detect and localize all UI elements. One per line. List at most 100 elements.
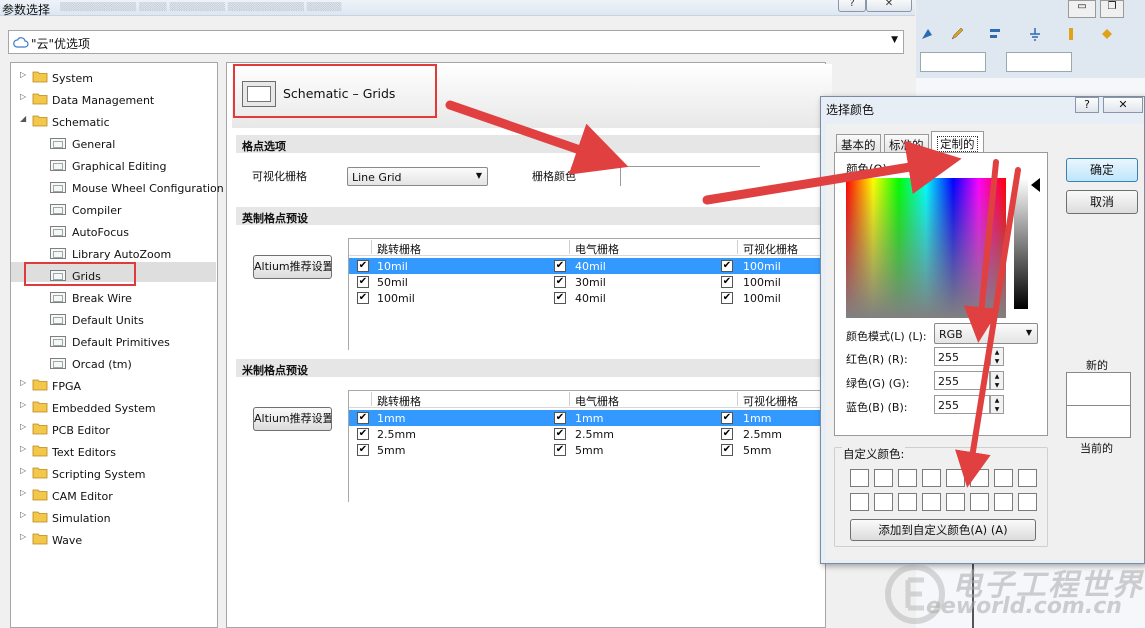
tree-item-pcb-editor[interactable]: ▷ PCB Editor [20,420,216,440]
dropdown-arrow-icon[interactable]: ▼ [891,35,898,45]
enabled-checkbox[interactable]: ✔ [357,260,369,272]
cancel-button[interactable]: 取消 [1066,190,1138,214]
enabled-checkbox[interactable]: ✔ [357,444,369,456]
background-maximize-button[interactable]: ❐ [1100,0,1124,18]
custom-color-cell[interactable] [970,469,989,487]
pencil-tool-icon[interactable] [950,27,964,41]
tree-item-text-editors[interactable]: ▷ Text Editors [20,442,216,462]
custom-color-cell[interactable] [874,469,893,487]
metric-grid-table[interactable]: 跳转栅格 电气栅格 可视化栅格 ✔ 1mm ✔ 1mm ✔ 1mm ✔ 2.5mm ✔ 2.5mm ✔ 2.… [348,390,824,502]
tree-item-default-primitives[interactable]: Default Primitives [20,332,216,352]
custom-color-cell[interactable] [850,469,869,487]
color-dialog-help-button[interactable]: ? [1075,97,1099,113]
column-header[interactable]: 可视化栅格 [743,241,798,257]
background-restore-button[interactable]: ▭ [1068,0,1096,18]
table-row[interactable]: ✔ 50mil ✔ 30mil ✔ 100mil [349,274,824,290]
ok-button[interactable]: 确定 [1066,158,1138,182]
diamond-tool-icon[interactable] [1100,27,1114,41]
luminance-pointer-icon[interactable] [1031,178,1040,192]
tree-item-simulation[interactable]: ▷ Simulation [20,508,216,528]
enabled-checkbox[interactable]: ✔ [357,292,369,304]
expand-icon[interactable]: ▷ [20,70,30,79]
custom-color-cell[interactable] [994,493,1013,511]
custom-color-cell[interactable] [850,493,869,511]
tree-item-orcad-tm[interactable]: Orcad (tm) [20,354,216,374]
arrow-tool-icon[interactable] [920,27,934,41]
custom-color-cell[interactable] [922,469,941,487]
enabled-checkbox[interactable]: ✔ [721,444,733,456]
custom-color-cell[interactable] [874,493,893,511]
custom-color-cell[interactable] [1018,469,1037,487]
background-toolbar-combo-2[interactable] [1006,52,1072,72]
enabled-checkbox[interactable]: ✔ [357,428,369,440]
red-spinner[interactable]: ▲ ▼ [990,347,1004,366]
expand-icon[interactable]: ▷ [20,400,30,409]
enabled-checkbox[interactable]: ✔ [554,428,566,440]
expand-icon[interactable]: ▷ [20,444,30,453]
pin-tool-icon[interactable] [1064,27,1078,41]
color-spectrum-picker[interactable] [846,178,1006,318]
column-header[interactable]: 可视化栅格 [743,393,798,409]
tree-item-general[interactable]: General [20,134,216,154]
enabled-checkbox[interactable]: ✔ [554,292,566,304]
custom-color-cell[interactable] [970,493,989,511]
expand-icon[interactable]: ▷ [20,510,30,519]
enabled-checkbox[interactable]: ✔ [554,412,566,424]
background-toolbar-combo-1[interactable] [920,52,986,72]
tree-item-scripting-system[interactable]: ▷ Scripting System [20,464,216,484]
enabled-checkbox[interactable]: ✔ [357,276,369,288]
expand-icon[interactable]: ▷ [20,92,30,101]
column-header[interactable]: 跳转栅格 [377,393,421,409]
red-input[interactable]: 255 [934,347,990,366]
window-help-button[interactable]: ? [838,0,866,12]
enabled-checkbox[interactable]: ✔ [721,412,733,424]
tree-item-system[interactable]: ▷ System [20,68,216,88]
column-separator[interactable] [737,240,738,254]
tree-item-library-autozoom[interactable]: Library AutoZoom [20,244,216,264]
tree-item-mouse-wheel-configuration[interactable]: Mouse Wheel Configuration [20,178,224,198]
custom-color-cell[interactable] [922,493,941,511]
green-input[interactable]: 255 [934,371,990,390]
ground-tool-icon[interactable] [1028,27,1042,41]
blue-spinner[interactable]: ▲ ▼ [990,395,1004,414]
visible-grid-select[interactable]: Line Grid ▼ [347,167,488,186]
enabled-checkbox[interactable]: ✔ [721,428,733,440]
expand-icon[interactable]: ▷ [20,378,30,387]
tree-item-embedded-system[interactable]: ▷ Embedded System [20,398,216,418]
imperial-grid-table[interactable]: 跳转栅格 电气栅格 可视化栅格 ✔ 10mil ✔ 40mil ✔ 100mil ✔ 50mil ✔ 3… [348,238,824,350]
enabled-checkbox[interactable]: ✔ [554,260,566,272]
cloud-preferences-dropdown[interactable]: "云"优选项 ▼ [8,30,904,54]
tab-basic[interactable]: 基本的 [836,134,881,153]
column-header[interactable]: 电气栅格 [575,393,619,409]
table-row[interactable]: ✔ 1mm ✔ 1mm ✔ 1mm [349,410,824,426]
table-row[interactable]: ✔ 10mil ✔ 40mil ✔ 100mil [349,258,824,274]
enabled-checkbox[interactable]: ✔ [554,276,566,288]
custom-color-cell[interactable] [946,469,965,487]
tree-item-graphical-editing[interactable]: Graphical Editing [20,156,216,176]
column-separator[interactable] [737,392,738,406]
tree-item-autofocus[interactable]: AutoFocus [20,222,216,242]
column-separator[interactable] [371,392,372,406]
enabled-checkbox[interactable]: ✔ [554,444,566,456]
expand-icon[interactable]: ▷ [20,488,30,497]
column-header[interactable]: 电气栅格 [575,241,619,257]
color-mode-select[interactable]: RGB ▼ [934,323,1038,344]
expand-icon[interactable]: ▷ [20,466,30,475]
grid-color-swatch[interactable] [620,166,760,186]
collapse-icon[interactable]: ◢ [20,114,30,123]
window-close-button[interactable]: ✕ [866,0,912,12]
tree-item-cam-editor[interactable]: ▷ CAM Editor [20,486,216,506]
metric-preset-button[interactable]: Altium推荐设置 [253,407,332,431]
tree-item-fpga[interactable]: ▷ FPGA [20,376,216,396]
enabled-checkbox[interactable]: ✔ [721,276,733,288]
expand-icon[interactable]: ▷ [20,422,30,431]
enabled-checkbox[interactable]: ✔ [721,260,733,272]
align-tool-icon[interactable] [988,27,1002,41]
add-custom-color-button[interactable]: 添加到自定义颜色(A) (A) [850,519,1036,541]
expand-icon[interactable]: ▷ [20,532,30,541]
tab-standard[interactable]: 标准的 [884,134,929,153]
table-row[interactable]: ✔ 100mil ✔ 40mil ✔ 100mil [349,290,824,306]
tree-item-wave[interactable]: ▷ Wave [20,530,216,550]
tree-item-schematic[interactable]: ◢ Schematic [20,112,216,132]
table-row[interactable]: ✔ 2.5mm ✔ 2.5mm ✔ 2.5mm [349,426,824,442]
